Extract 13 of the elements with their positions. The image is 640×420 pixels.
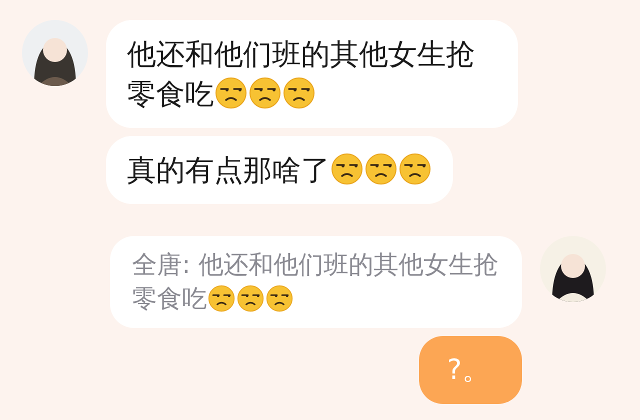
unamused-face-icon	[208, 285, 235, 312]
message-bubble: 他还和他们班的其他女生抢零食吃	[106, 20, 518, 128]
unamused-face-icon	[331, 153, 363, 185]
unamused-face-icon	[215, 77, 247, 109]
quoted-message: 全唐: 他还和他们班的其他女生抢零食吃	[110, 236, 522, 328]
unamused-face-icon	[266, 285, 293, 312]
unamused-face-icon	[249, 77, 281, 109]
message-bubble: ?。	[419, 336, 522, 404]
unamused-face-icon	[237, 285, 264, 312]
unamused-face-icon	[399, 153, 431, 185]
unamused-face-icon	[283, 77, 315, 109]
unamused-face-icon	[365, 153, 397, 185]
message-bubble: 真的有点那啥了	[106, 136, 453, 204]
